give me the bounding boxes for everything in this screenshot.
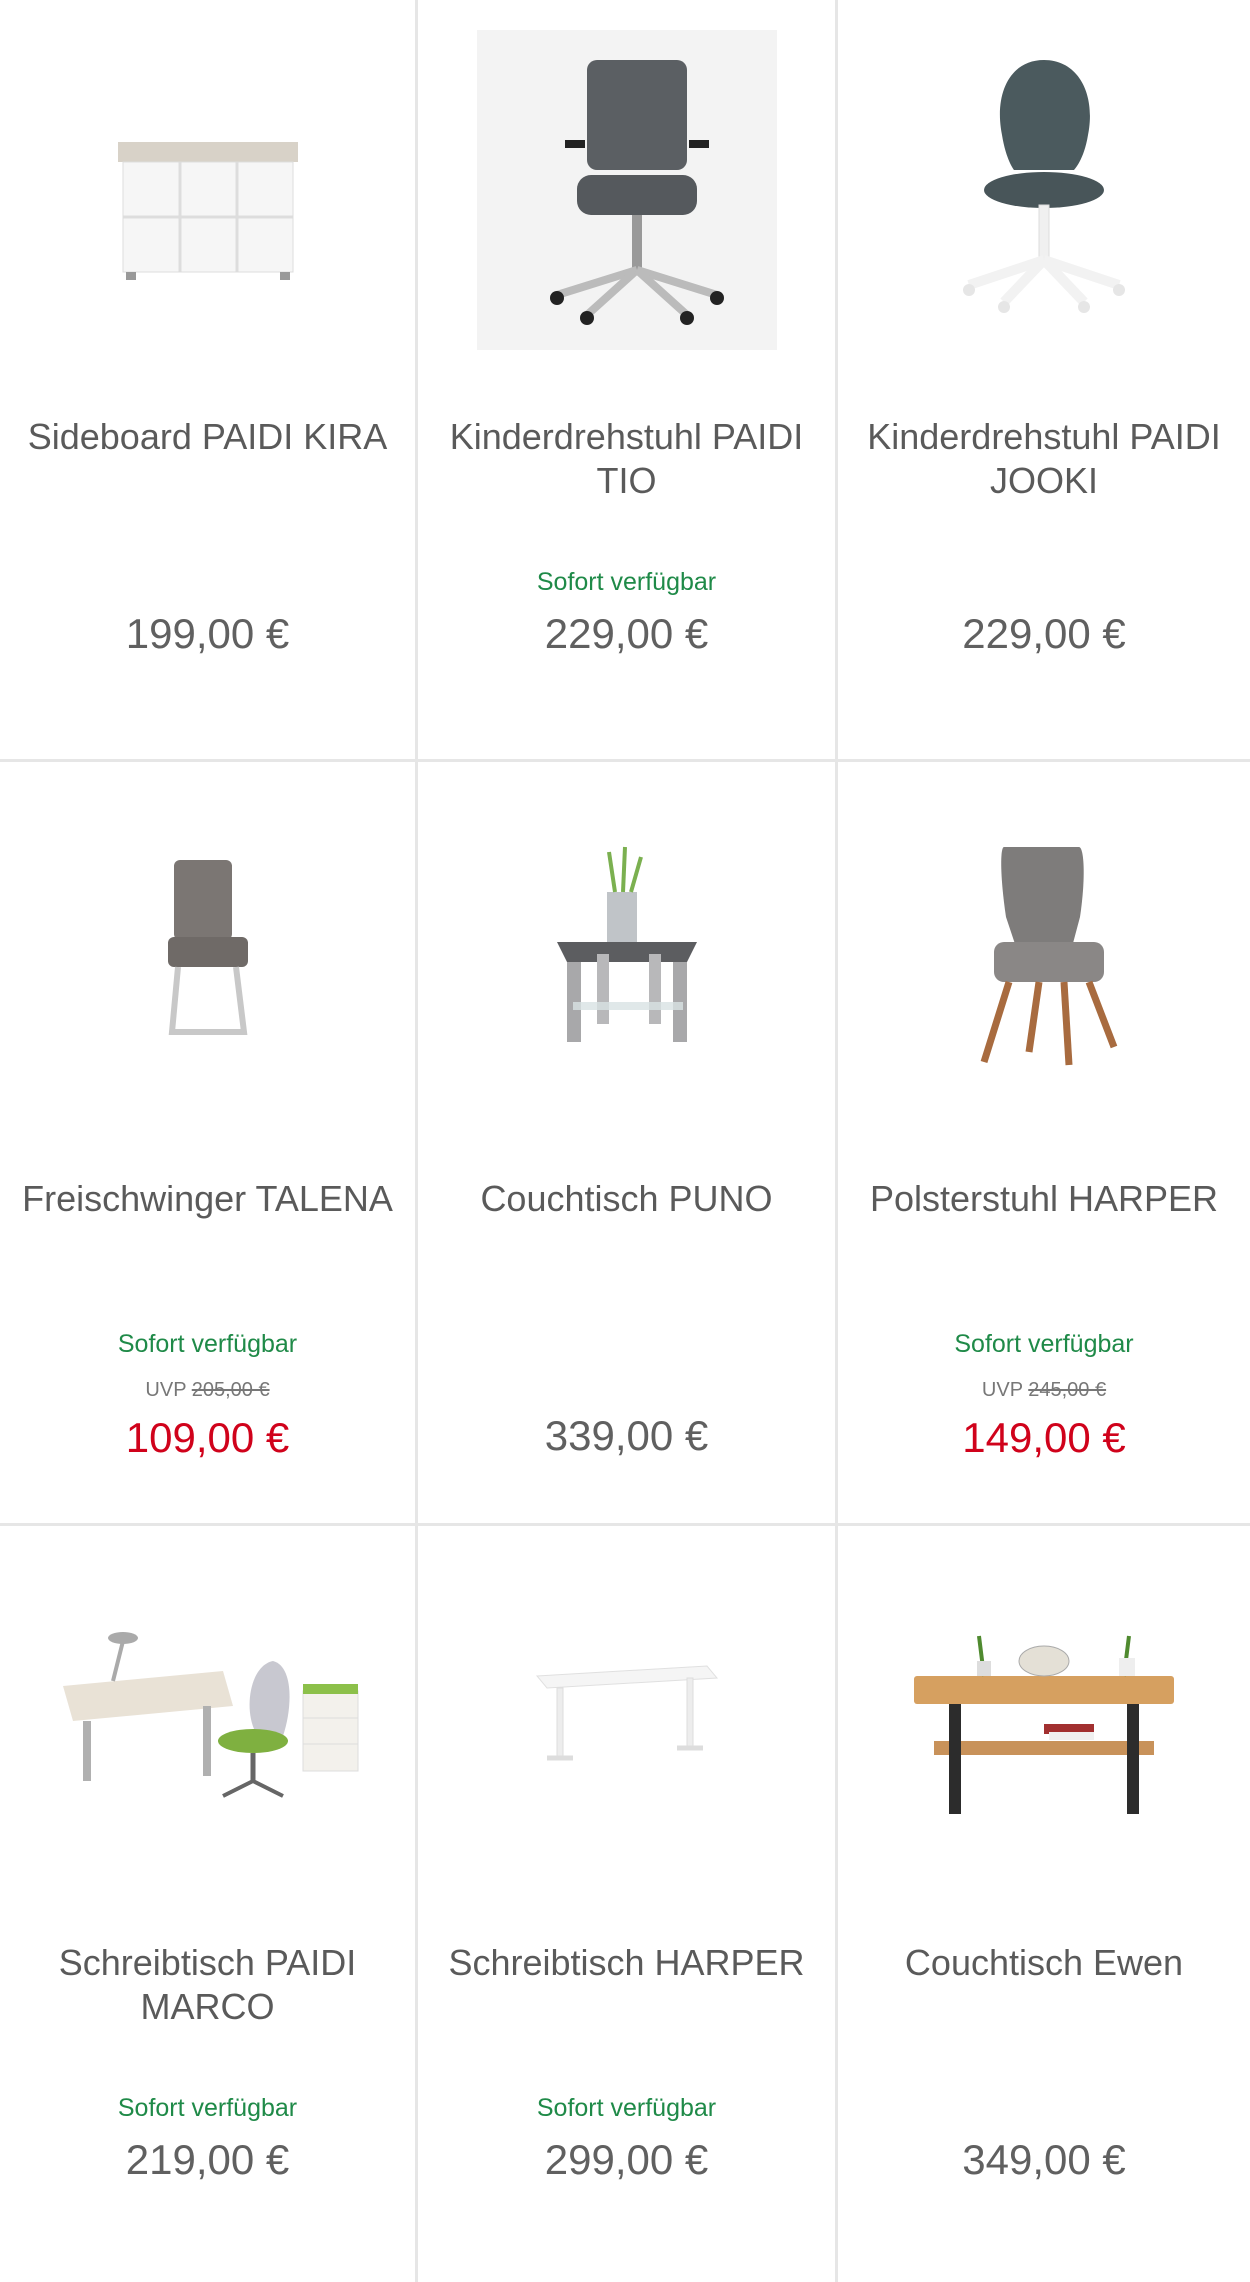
product-name[interactable]: Polsterstuhl HARPER: [848, 1177, 1240, 1221]
product-image[interactable]: [418, 1526, 835, 1906]
product-image[interactable]: [838, 1526, 1250, 1906]
product-image[interactable]: [418, 0, 835, 380]
uvp-label: UVP: [981, 1379, 1023, 1401]
product-card[interactable]: Sideboard PAIDI KIRA 199,00 €: [0, 0, 418, 762]
availability-label: Sofort verfügbar: [536, 568, 717, 596]
product-image[interactable]: [418, 762, 835, 1142]
sale-price: 109,00 €: [125, 1414, 290, 1461]
product-price: 229,00 €: [962, 610, 1126, 657]
product-image[interactable]: [0, 0, 415, 380]
product-card[interactable]: Kinderdrehstuhl PAIDI TIO Sofort verfügb…: [418, 0, 838, 762]
uvp-price: UVP 205,00 €: [0, 1379, 415, 1402]
uvp-label: UVP: [145, 1379, 187, 1401]
product-name[interactable]: Couchtisch Ewen: [848, 1941, 1240, 1985]
availability-label: Sofort verfügbar: [117, 1330, 298, 1358]
availability-label: Sofort verfügbar: [536, 2094, 717, 2122]
product-price: 349,00 €: [962, 2136, 1126, 2183]
standing-desk-image: [535, 1665, 718, 1761]
uvp-old-price: 245,00 €: [1028, 1379, 1107, 1401]
office-chair-image: [476, 30, 777, 350]
product-card[interactable]: Schreibtisch HARPER Sofort verfügbar 299…: [418, 1526, 838, 2282]
product-name[interactable]: Schreibtisch PAIDI MARCO: [10, 1941, 405, 2029]
uvp-old-price: 205,00 €: [191, 1379, 270, 1401]
product-image[interactable]: [0, 762, 415, 1142]
product-image[interactable]: [838, 762, 1250, 1142]
glass-coffee-table-image: [556, 846, 697, 1042]
product-name[interactable]: Sideboard PAIDI KIRA: [10, 415, 405, 459]
upholstered-chair-image: [980, 847, 1118, 1066]
product-name[interactable]: Schreibtisch HARPER: [428, 1941, 825, 1985]
kids-chair-image: [963, 60, 1125, 313]
sale-price: 149,00 €: [962, 1414, 1126, 1461]
product-price: 299,00 €: [544, 2136, 709, 2183]
cantilever-chair-image: [167, 860, 248, 1035]
product-card[interactable]: Freischwinger TALENA Sofort verfügbar UV…: [0, 762, 418, 1526]
product-name[interactable]: Freischwinger TALENA: [10, 1177, 405, 1221]
product-card[interactable]: Polsterstuhl HARPER Sofort verfügbar UVP…: [838, 762, 1250, 1526]
product-card[interactable]: Schreibtisch PAIDI MARCO Sofort verfügba…: [0, 1526, 418, 2282]
product-price: 229,00 €: [544, 610, 709, 657]
product-grid: Sideboard PAIDI KIRA 199,00 € Kinderdreh…: [0, 0, 1250, 2282]
product-price: 199,00 €: [125, 610, 290, 657]
product-card[interactable]: Kinderdrehstuhl PAIDI JOOKI 229,00 €: [838, 0, 1250, 762]
product-image[interactable]: [838, 0, 1250, 380]
product-card[interactable]: Couchtisch Ewen 349,00 €: [838, 1526, 1250, 2282]
product-name[interactable]: Couchtisch PUNO: [428, 1177, 825, 1221]
kids-desk-set-image: [62, 1632, 358, 1798]
availability-label: Sofort verfügbar: [954, 1330, 1134, 1358]
wood-coffee-table-image: [914, 1635, 1174, 1814]
product-name[interactable]: Kinderdrehstuhl PAIDI TIO: [428, 415, 825, 503]
product-image[interactable]: [0, 1526, 415, 1906]
availability-label: Sofort verfügbar: [117, 2094, 298, 2122]
product-card[interactable]: Couchtisch PUNO 339,00 €: [418, 762, 838, 1526]
product-name[interactable]: Kinderdrehstuhl PAIDI JOOKI: [848, 415, 1240, 503]
product-price: 219,00 €: [125, 2136, 290, 2183]
product-price: 339,00 €: [544, 1412, 709, 1459]
sideboard-image: [117, 142, 298, 280]
uvp-price: UVP 245,00 €: [838, 1379, 1250, 1402]
